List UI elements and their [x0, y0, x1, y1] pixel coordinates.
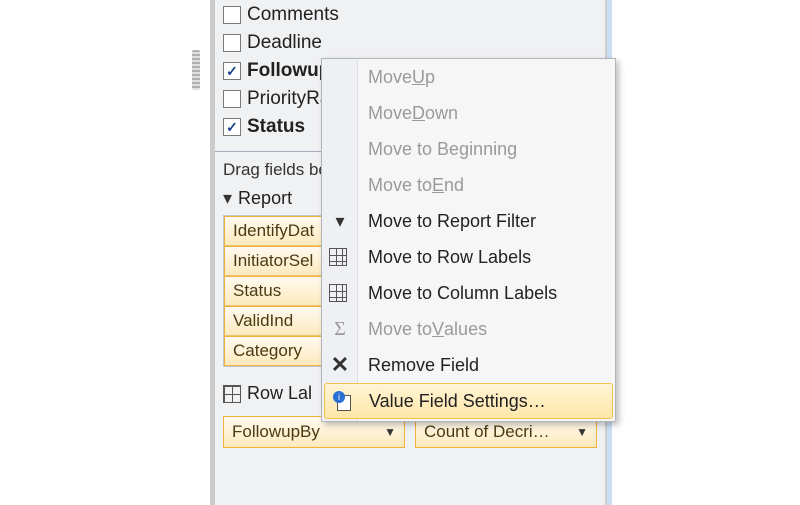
menu-mnemonic: U [412, 67, 425, 88]
context-menu: Move Up Move Down Move to Beginning Move… [321, 58, 616, 422]
chevron-down-icon: ▼ [576, 425, 588, 439]
dropdown-label: Count of Decri… [424, 422, 550, 442]
menu-text: Move to Row Labels [368, 247, 531, 268]
grid-icon [328, 283, 348, 303]
menu-move-up[interactable]: Move Up [322, 59, 615, 95]
menu-text: inning [469, 139, 517, 160]
row-labels-label: Row Lal [247, 383, 312, 404]
field-label: Deadline [247, 32, 322, 54]
menu-text: Move to Column Labels [368, 283, 557, 304]
menu-text: Move to Be [368, 139, 459, 160]
checkbox-icon[interactable] [223, 90, 241, 108]
field-label: PriorityRa [247, 88, 330, 110]
dropdown-label: FollowupBy [232, 422, 320, 442]
menu-move-values[interactable]: Σ Move to Values [322, 311, 615, 347]
checkbox-checked-icon[interactable] [223, 118, 241, 136]
menu-text: Move [368, 67, 412, 88]
x-icon: ✕ [328, 353, 352, 377]
grid-icon [223, 385, 241, 403]
report-filter-label: Report [238, 188, 292, 209]
menu-move-beginning[interactable]: Move to Beginning [322, 131, 615, 167]
menu-text: Move [368, 103, 412, 124]
grid-icon [328, 247, 348, 267]
menu-text: nd [444, 175, 464, 196]
menu-move-end[interactable]: Move to End [322, 167, 615, 203]
field-row-deadline[interactable]: Deadline [223, 29, 597, 57]
menu-text: Move to Report Filter [368, 211, 536, 232]
funnel-icon: ▾ [328, 209, 352, 233]
funnel-icon: ▾ [223, 188, 232, 209]
settings-icon: i [331, 389, 355, 413]
field-label: Comments [247, 4, 339, 26]
menu-move-row-labels[interactable]: Move to Row Labels [322, 239, 615, 275]
menu-move-column-labels[interactable]: Move to Column Labels [322, 275, 615, 311]
menu-text: Move to [368, 319, 432, 340]
menu-value-field-settings[interactable]: i Value Field Settings… [324, 383, 613, 419]
splitter-grip[interactable] [192, 50, 200, 90]
checkbox-checked-icon[interactable] [223, 62, 241, 80]
field-row-comments[interactable]: Comments [223, 1, 597, 29]
checkbox-icon[interactable] [223, 34, 241, 52]
menu-move-down[interactable]: Move Down [322, 95, 615, 131]
menu-text: Remove Field [368, 355, 479, 376]
menu-text: p [425, 67, 435, 88]
menu-text: Move to [368, 175, 432, 196]
checkbox-icon[interactable] [223, 6, 241, 24]
menu-mnemonic: E [432, 175, 444, 196]
menu-text: alues [444, 319, 487, 340]
menu-move-report-filter[interactable]: ▾ Move to Report Filter [322, 203, 615, 239]
chevron-down-icon: ▼ [384, 425, 396, 439]
field-label: Status [247, 116, 305, 138]
menu-text: Value Field Settings… [369, 391, 546, 412]
menu-mnemonic: g [459, 139, 469, 160]
menu-remove-field[interactable]: ✕ Remove Field [322, 347, 615, 383]
field-label: Followup [247, 60, 330, 82]
menu-mnemonic: V [432, 319, 444, 340]
menu-text: own [425, 103, 458, 124]
menu-mnemonic: D [412, 103, 425, 124]
sigma-icon: Σ [328, 317, 352, 341]
